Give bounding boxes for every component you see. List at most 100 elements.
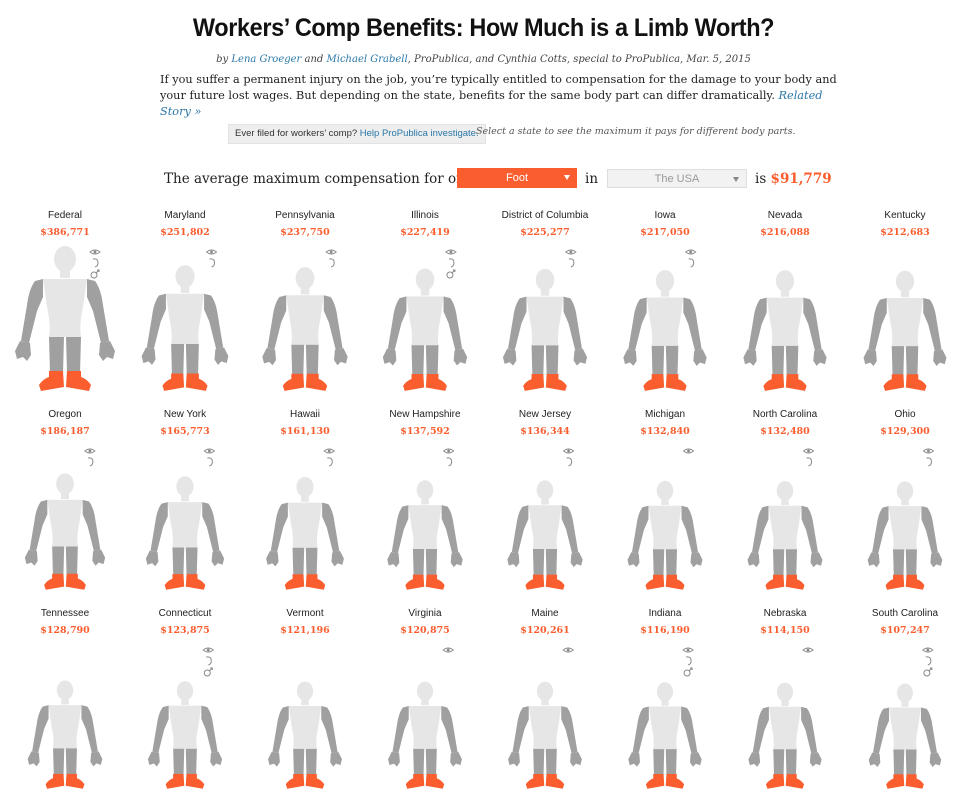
eye-icon bbox=[682, 647, 694, 653]
state-name: Ohio bbox=[894, 409, 916, 420]
author-link-grabell[interactable]: Michael Grabell bbox=[327, 54, 408, 65]
eye-pupil bbox=[566, 648, 570, 652]
right-arm bbox=[563, 296, 583, 351]
eye-icon bbox=[445, 249, 457, 255]
state-card[interactable]: Illinois $227,419 bbox=[365, 210, 485, 400]
state-foot-value: $227,419 bbox=[400, 227, 450, 238]
left-arm bbox=[873, 707, 890, 754]
left-hand bbox=[388, 751, 400, 767]
ear-icon bbox=[568, 258, 575, 268]
right-hand bbox=[331, 550, 344, 567]
figure-group bbox=[141, 265, 229, 391]
figure-group bbox=[27, 680, 103, 789]
figure-group bbox=[262, 267, 348, 391]
state-card[interactable]: Vermont $121,196 bbox=[245, 608, 365, 798]
neck bbox=[781, 700, 789, 706]
state-card[interactable]: Pennsylvania $237,750 bbox=[245, 210, 365, 400]
head bbox=[296, 476, 314, 498]
head bbox=[656, 480, 674, 501]
right-hand bbox=[214, 347, 229, 365]
state-card[interactable]: Kentucky $212,683 bbox=[845, 210, 965, 400]
right-hand bbox=[211, 550, 225, 567]
state-card[interactable]: Maine $120,261 bbox=[485, 608, 605, 798]
state-card[interactable]: Connecticut $123,875 bbox=[125, 608, 245, 798]
left-foot bbox=[403, 373, 425, 391]
right-leg bbox=[665, 749, 677, 776]
intro-text: If you suffer a permanent injury on the … bbox=[160, 73, 837, 102]
right-arm bbox=[82, 499, 101, 552]
neck bbox=[901, 700, 909, 707]
left-foot bbox=[45, 773, 65, 789]
left-foot bbox=[643, 374, 665, 391]
left-arm bbox=[29, 499, 48, 552]
right-hand bbox=[450, 751, 462, 767]
state-name: New Jersey bbox=[518, 409, 572, 420]
male-arrow bbox=[95, 269, 100, 274]
right-hand bbox=[690, 552, 703, 568]
right-foot bbox=[65, 773, 85, 789]
right-leg bbox=[65, 748, 77, 776]
state-card[interactable]: South Carolina $107,247 bbox=[845, 608, 965, 798]
state-card[interactable]: North Carolina $132,480 bbox=[725, 409, 845, 599]
neck bbox=[541, 498, 549, 505]
left-leg bbox=[652, 549, 665, 577]
state-card[interactable]: District of Columbia $225,277 bbox=[485, 210, 605, 400]
right-arm bbox=[87, 279, 109, 343]
left-arm bbox=[632, 706, 649, 754]
state-select[interactable]: The USA bbox=[607, 169, 747, 188]
state-card[interactable]: Federal $386,771 bbox=[5, 210, 125, 400]
state-card[interactable]: Ohio $129,300 bbox=[845, 409, 965, 599]
author-link-groeger[interactable]: Lena Groeger bbox=[231, 54, 301, 65]
state-foot-value: $251,802 bbox=[160, 227, 210, 238]
state-card[interactable]: Oregon $186,187 bbox=[5, 409, 125, 599]
state-card[interactable]: Nebraska $114,150 bbox=[725, 608, 845, 798]
state-card[interactable]: Hawaii $161,130 bbox=[245, 409, 365, 599]
state-foot-value: $128,790 bbox=[40, 625, 90, 636]
figure-group bbox=[147, 681, 223, 789]
left-arm bbox=[272, 705, 289, 754]
eye-pupil bbox=[327, 449, 331, 453]
state-card[interactable]: Iowa $217,050 bbox=[605, 210, 725, 400]
ear-shape bbox=[327, 457, 333, 467]
state-card[interactable]: New Hampshire $137,592 bbox=[365, 409, 485, 599]
left-arm bbox=[512, 706, 529, 754]
right-leg bbox=[785, 749, 797, 776]
right-arm bbox=[441, 505, 459, 554]
state-card[interactable]: Maryland $251,802 bbox=[125, 210, 245, 400]
state-card[interactable]: Michigan $132,840 bbox=[605, 409, 725, 599]
state-card[interactable]: Tennessee $128,790 bbox=[5, 608, 125, 798]
state-card[interactable]: Indiana $116,190 bbox=[605, 608, 725, 798]
body-figure bbox=[147, 647, 223, 789]
state-card[interactable]: Nevada $216,088 bbox=[725, 210, 845, 400]
right-leg bbox=[185, 547, 198, 576]
ear-icon bbox=[329, 258, 335, 268]
right-leg bbox=[185, 748, 197, 776]
state-card[interactable]: Virginia $120,875 bbox=[365, 608, 485, 798]
state-card[interactable]: New Jersey $136,344 bbox=[485, 409, 605, 599]
left-arm bbox=[267, 295, 287, 350]
ear-shape bbox=[206, 656, 212, 666]
left-hand bbox=[863, 349, 877, 366]
body-part-select[interactable]: Foot bbox=[457, 168, 577, 188]
right-arm bbox=[681, 505, 699, 554]
left-hand bbox=[268, 751, 280, 767]
state-value: The USA bbox=[654, 173, 700, 185]
state-card[interactable]: New York $165,773 bbox=[125, 409, 245, 599]
eye-icon bbox=[922, 647, 934, 653]
body-figure bbox=[266, 448, 344, 590]
eye-pupil bbox=[686, 648, 690, 652]
help-investigate-link[interactable]: Help ProPublica investigate. bbox=[360, 128, 479, 139]
left-hand bbox=[748, 752, 761, 767]
left-leg bbox=[413, 748, 425, 776]
eye-pupil bbox=[806, 648, 810, 652]
head bbox=[176, 681, 194, 701]
torso bbox=[408, 705, 442, 749]
left-foot bbox=[285, 773, 305, 789]
right-hand bbox=[92, 549, 106, 566]
page-title: Workers’ Comp Benefits: How Much is a Li… bbox=[192, 14, 775, 42]
torso bbox=[768, 706, 802, 750]
eye-icon bbox=[205, 249, 218, 255]
neck bbox=[901, 499, 909, 506]
eye-pupil bbox=[329, 250, 333, 254]
state-foot-value: $237,750 bbox=[280, 227, 330, 238]
